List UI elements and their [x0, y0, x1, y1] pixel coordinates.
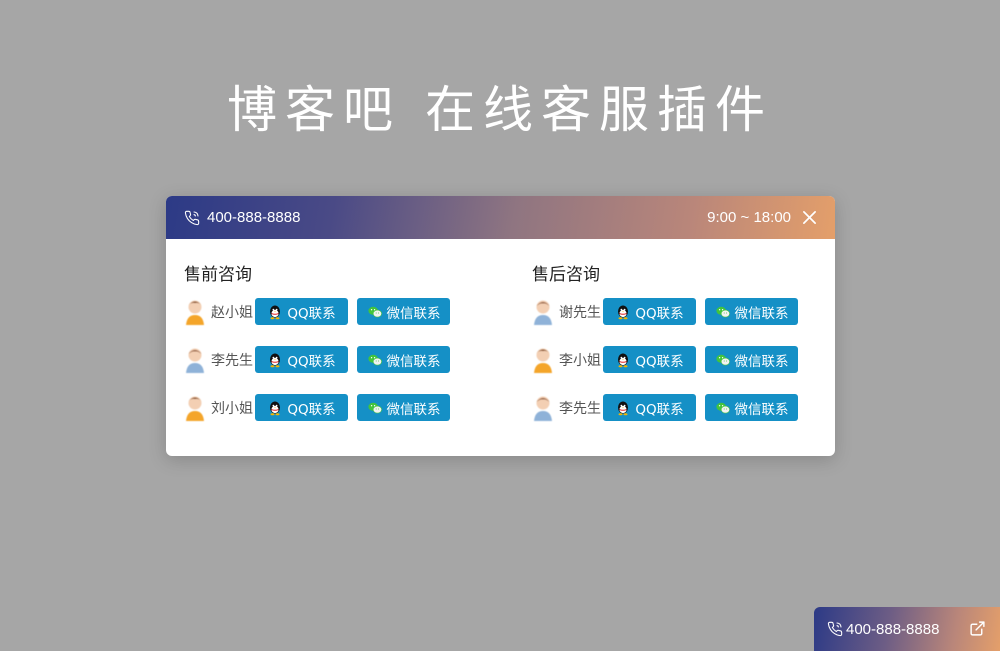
wechat-contact-label: 微信联系	[386, 401, 441, 418]
qq-icon	[270, 401, 281, 415]
qq-contact-label: QQ联系	[287, 305, 336, 322]
qq-contact-label: QQ联系	[635, 353, 684, 370]
avatar	[184, 394, 206, 421]
section-title: 售前咨询	[184, 265, 252, 285]
floating-contact-bar[interactable]: 400-888-8888	[814, 607, 1000, 651]
qq-contact-button[interactable]: QQ联系	[255, 394, 348, 421]
avatar	[532, 298, 554, 325]
wechat-icon	[367, 402, 382, 413]
avatar-female-icon	[186, 300, 204, 325]
agent-name: 谢先生	[559, 304, 601, 321]
avatar-female-icon	[534, 348, 552, 373]
wechat-contact-button[interactable]: 微信联系	[705, 298, 798, 325]
float-phone[interactable]: 400-888-8888	[827, 607, 939, 651]
avatar	[532, 394, 554, 421]
qq-contact-button[interactable]: QQ联系	[255, 346, 348, 373]
qq-icon	[270, 305, 281, 319]
qq-icon	[618, 305, 629, 319]
section-title: 售后咨询	[532, 265, 600, 285]
agent-name: 李先生	[211, 352, 253, 369]
avatar	[184, 346, 206, 373]
agent-row: 李先生 QQ联系 微信联系	[532, 394, 832, 421]
wechat-icon	[367, 306, 382, 317]
agent-name: 赵小姐	[211, 304, 253, 321]
header-right: 9:00 ~ 18:00	[707, 196, 817, 239]
qq-contact-label: QQ联系	[635, 401, 684, 418]
avatar	[184, 298, 206, 325]
wechat-contact-label: 微信联系	[734, 401, 789, 418]
agent-name: 李小姐	[559, 352, 601, 369]
panel-header: 400-888-8888 9:00 ~ 18:00	[166, 196, 835, 239]
phone-icon	[827, 621, 843, 637]
open-panel-button[interactable]	[969, 620, 986, 637]
page-title: 博客吧 在线客服插件	[227, 81, 773, 139]
wechat-contact-button[interactable]: 微信联系	[705, 394, 798, 421]
agent-row: 李先生 QQ联系 微信联系	[184, 346, 484, 373]
wechat-icon	[715, 354, 730, 365]
wechat-contact-label: 微信联系	[734, 353, 789, 370]
avatar	[532, 346, 554, 373]
qq-contact-label: QQ联系	[287, 353, 336, 370]
wechat-contact-button[interactable]: 微信联系	[705, 346, 798, 373]
header-phone-number: 400-888-8888	[207, 209, 301, 226]
close-icon	[802, 211, 816, 224]
qq-contact-label: QQ联系	[635, 305, 684, 322]
presales-section: 售前咨询 赵小姐 QQ联系 微信联系 李先生 QQ联系 微信联系 刘小姐 QQ联系 微信联系	[184, 263, 484, 442]
external-link-icon	[970, 621, 985, 636]
qq-contact-button[interactable]: QQ联系	[603, 346, 696, 373]
qq-icon	[618, 353, 629, 367]
agent-row: 李小姐 QQ联系 微信联系	[532, 346, 832, 373]
agent-name: 李先生	[559, 400, 601, 417]
qq-contact-button[interactable]: QQ联系	[255, 298, 348, 325]
wechat-icon	[715, 306, 730, 317]
aftersales-section: 售后咨询 谢先生 QQ联系 微信联系 李小姐 QQ联系 微信联系 李先生 QQ联系 微信联系	[532, 263, 832, 442]
agent-row: 刘小姐 QQ联系 微信联系	[184, 394, 484, 421]
avatar-male-icon	[186, 348, 204, 373]
agent-row: 谢先生 QQ联系 微信联系	[532, 298, 832, 325]
wechat-contact-button[interactable]: 微信联系	[357, 346, 450, 373]
wechat-contact-label: 微信联系	[386, 305, 441, 322]
avatar-male-icon	[534, 300, 552, 325]
wechat-contact-label: 微信联系	[734, 305, 789, 322]
qq-contact-button[interactable]: QQ联系	[603, 394, 696, 421]
qq-icon	[270, 353, 281, 367]
header-phone[interactable]: 400-888-8888	[184, 196, 300, 239]
wechat-contact-label: 微信联系	[386, 353, 441, 370]
close-button[interactable]	[801, 210, 817, 226]
qq-contact-button[interactable]: QQ联系	[603, 298, 696, 325]
agent-row: 赵小姐 QQ联系 微信联系	[184, 298, 484, 325]
service-hours: 9:00 ~ 18:00	[707, 209, 791, 226]
qq-contact-label: QQ联系	[287, 401, 336, 418]
phone-icon	[184, 210, 200, 225]
avatar-male-icon	[534, 396, 552, 421]
wechat-contact-button[interactable]: 微信联系	[357, 298, 450, 325]
agent-name: 刘小姐	[211, 400, 253, 417]
wechat-contact-button[interactable]: 微信联系	[357, 394, 450, 421]
wechat-icon	[715, 402, 730, 413]
qq-icon	[618, 401, 629, 415]
customer-service-panel: 400-888-8888 9:00 ~ 18:00 售前咨询 赵小姐 QQ联系 微信联…	[166, 196, 835, 456]
wechat-icon	[367, 354, 382, 365]
avatar-female-icon	[186, 396, 204, 421]
float-phone-number: 400-888-8888	[846, 620, 940, 638]
